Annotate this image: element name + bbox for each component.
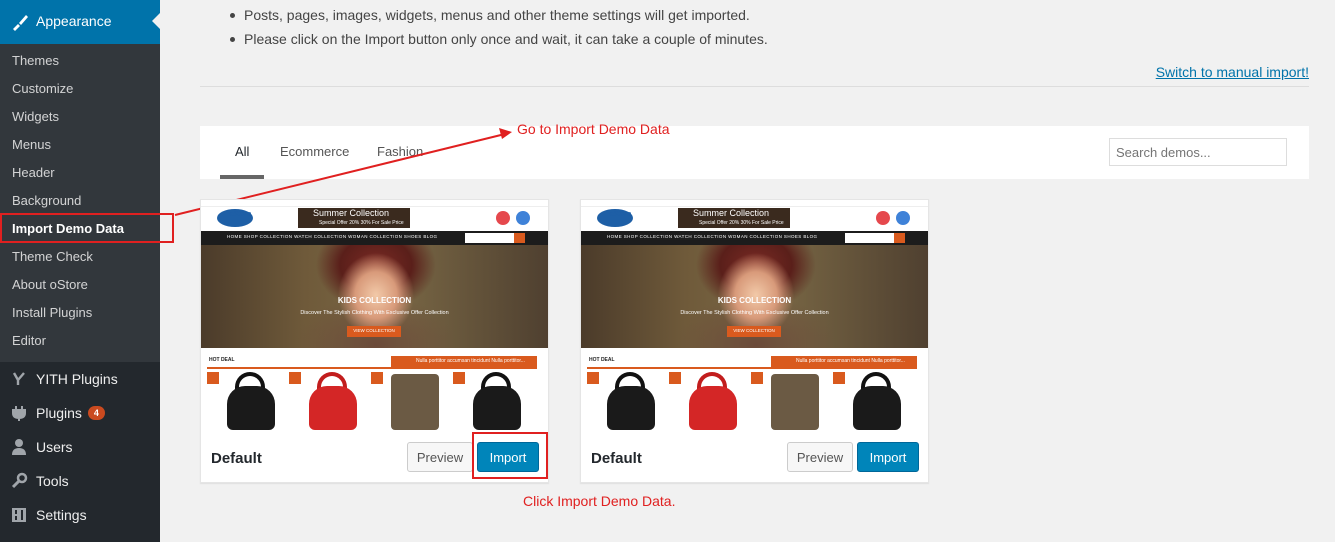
shot-product <box>587 372 665 433</box>
shot-nav-links: HOME SHOP COLLECTION WATCH COLLECTION WO… <box>607 234 818 239</box>
shot-hero-button-label: VIEW COLLECTION <box>353 328 395 333</box>
highlight-import-button <box>472 432 548 479</box>
shot-bag-image <box>473 386 521 430</box>
shot-logo: oStore <box>229 211 252 218</box>
shot-logo: oStore <box>609 211 632 218</box>
shot-deal-label: HOT DEAL <box>209 357 235 363</box>
shot-product <box>751 372 829 433</box>
demo-screenshot[interactable]: oStore Summer Collection Special Offer 2… <box>581 200 928 434</box>
shot-search-icon <box>514 233 525 243</box>
shot-banner-title: Summer Collection <box>313 208 390 218</box>
shot-hero-subtitle: Discover The Stylish Clothing With Exclu… <box>300 310 449 316</box>
shot-nav-links: HOME SHOP COLLECTION WATCH COLLECTION WO… <box>227 234 438 239</box>
shot-sale-tag <box>751 372 763 384</box>
preview-button[interactable]: Preview <box>787 442 853 472</box>
shot-product <box>453 372 531 433</box>
demo-name: Default <box>211 450 262 467</box>
shot-hero-subtitle: Discover The Stylish Clothing With Exclu… <box>680 310 829 316</box>
shot-sale-tag <box>289 372 301 384</box>
shot-bag-image <box>853 386 901 430</box>
demo-screenshot[interactable]: oStore Summer Collection Special Offer 2… <box>201 200 548 434</box>
shot-sale-tag <box>833 372 845 384</box>
shot-hero-title: KIDS COLLECTION <box>337 296 412 305</box>
shot-hero-title: KIDS COLLECTION <box>717 296 792 305</box>
shot-hero-button-label: VIEW COLLECTION <box>733 328 775 333</box>
shot-search-icon <box>894 233 905 243</box>
annotation-click-import: Click Import Demo Data. <box>523 493 676 509</box>
shot-user-icon <box>896 211 910 225</box>
shot-bag-image <box>771 374 819 430</box>
shot-banner-subtitle: Special Offer 20% 30% For Sale Price <box>699 220 784 226</box>
import-button[interactable]: Import <box>857 442 919 472</box>
shot-user-icon <box>516 211 530 225</box>
shot-cart-icon <box>876 211 890 225</box>
preview-button[interactable]: Preview <box>407 442 473 472</box>
shot-product <box>833 372 911 433</box>
shot-sale-tag <box>587 372 599 384</box>
annotation-go-to: Go to Import Demo Data <box>517 121 670 137</box>
shot-banner-subtitle: Special Offer 20% 30% For Sale Price <box>319 220 404 226</box>
shot-topbar <box>201 200 548 207</box>
shot-bag-image <box>607 386 655 430</box>
shot-deal-ticker: Nulla porttitor accumsan tincidunt Nulla… <box>416 358 525 364</box>
shot-product <box>289 372 367 433</box>
demo-card: oStore Summer Collection Special Offer 2… <box>580 199 929 483</box>
shot-deal-ticker: Nulla porttitor accumsan tincidunt Nulla… <box>796 358 905 364</box>
shot-banner-title: Summer Collection <box>693 208 770 218</box>
shot-bag-image <box>391 374 439 430</box>
shot-product <box>371 372 449 433</box>
shot-bag-image <box>309 386 357 430</box>
shot-bag-image <box>227 386 275 430</box>
shot-product <box>669 372 747 433</box>
shot-topbar <box>581 200 928 207</box>
shot-bag-image <box>689 386 737 430</box>
demo-card-footer: Default Preview Import <box>581 433 928 482</box>
demo-name: Default <box>591 450 642 467</box>
shot-product <box>207 372 285 433</box>
shot-cart-icon <box>496 211 510 225</box>
shot-sale-tag <box>453 372 465 384</box>
shot-sale-tag <box>669 372 681 384</box>
shot-deal-label: HOT DEAL <box>589 357 615 363</box>
shot-sale-tag <box>371 372 383 384</box>
shot-sale-tag <box>207 372 219 384</box>
